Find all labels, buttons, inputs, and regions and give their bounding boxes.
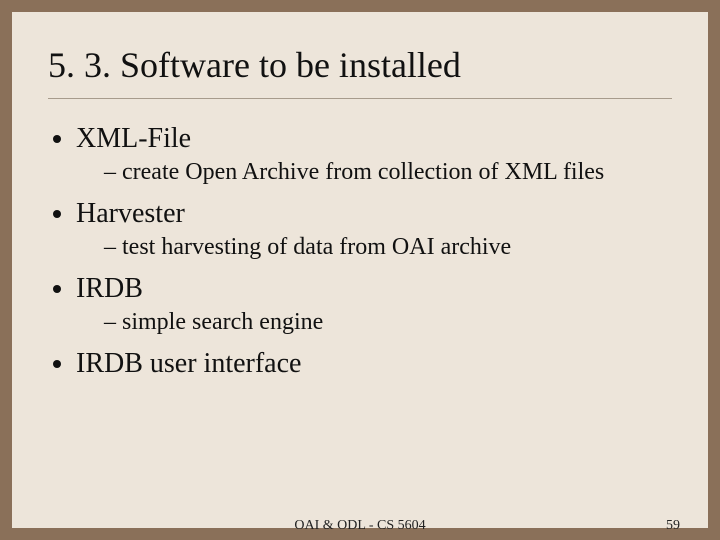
bullet-text: IRDB bbox=[76, 273, 143, 304]
bullet-text: Harvester bbox=[76, 198, 185, 229]
footer-center: OAI & ODL - CS 5604 bbox=[294, 518, 425, 534]
page-number: 59 bbox=[666, 518, 680, 534]
sub-list: test harvesting of data from OAI archive bbox=[76, 234, 672, 261]
bullet-item: XML-File create Open Archive from collec… bbox=[76, 123, 672, 186]
bullet-text: IRDB user interface bbox=[76, 348, 301, 379]
sub-list: simple search engine bbox=[76, 309, 672, 336]
bullet-item: Harvester test harvesting of data from O… bbox=[76, 198, 672, 261]
sub-list: create Open Archive from collection of X… bbox=[76, 159, 672, 186]
sub-item: create Open Archive from collection of X… bbox=[104, 159, 672, 186]
slide: 5. 3. Software to be installed XML-File … bbox=[12, 12, 708, 528]
bullet-text: XML-File bbox=[76, 123, 191, 154]
sub-item: simple search engine bbox=[104, 309, 672, 336]
slide-title: 5. 3. Software to be installed bbox=[48, 44, 672, 86]
bullet-item: IRDB user interface bbox=[76, 348, 672, 380]
bullet-list: XML-File create Open Archive from collec… bbox=[48, 123, 672, 380]
slide-background: 5. 3. Software to be installed XML-File … bbox=[0, 0, 720, 540]
title-rule bbox=[48, 98, 672, 99]
sub-item: test harvesting of data from OAI archive bbox=[104, 234, 672, 261]
bullet-item: IRDB simple search engine bbox=[76, 273, 672, 336]
